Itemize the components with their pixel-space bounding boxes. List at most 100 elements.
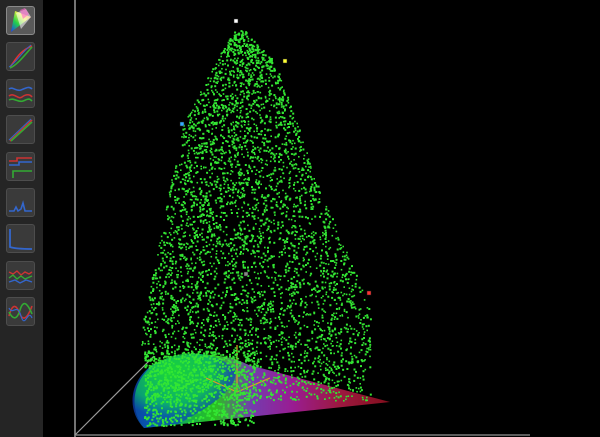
cloud-point (199, 357, 201, 360)
cloud-point (204, 329, 207, 332)
cloud-point (197, 362, 200, 365)
cyan-point-marker[interactable] (179, 121, 185, 127)
cloud-point (171, 179, 173, 181)
cloud-point (318, 355, 321, 358)
cloud-point (219, 184, 222, 187)
cloud-point (198, 111, 200, 114)
cloud-point (267, 228, 270, 230)
cloud-point (335, 395, 338, 398)
cloud-point (254, 188, 257, 191)
cloud-point (340, 347, 342, 350)
cloud-point (157, 395, 160, 397)
cloud-point (213, 93, 215, 96)
cloud-point (217, 64, 220, 67)
cloud-point (191, 121, 194, 123)
cloud-point (349, 340, 351, 343)
cloud-point (220, 146, 223, 149)
cloud-point (166, 345, 169, 348)
cloud-point (214, 74, 217, 76)
cloud-point (359, 377, 362, 379)
cloud-point (220, 354, 222, 356)
cloud-point (180, 243, 183, 246)
tool-gamut-3d-button[interactable] (6, 6, 35, 35)
tool-rgb-noise-button[interactable] (6, 260, 35, 290)
cloud-point (275, 354, 278, 357)
cloud-point (258, 180, 261, 183)
cloud-point (343, 326, 346, 329)
cloud-point (184, 183, 187, 186)
cloud-point (206, 412, 209, 415)
white-point-marker[interactable] (233, 18, 239, 24)
cloud-point (341, 352, 343, 354)
cloud-point (291, 347, 294, 350)
cloud-point (170, 294, 173, 297)
tool-blue-histogram-button[interactable] (6, 188, 35, 217)
cloud-point (147, 340, 150, 342)
cloud-point (281, 221, 284, 224)
cloud-point (336, 248, 339, 251)
tool-rgb-step-button[interactable] (6, 151, 35, 181)
gamut-3d-viewport[interactable] (74, 0, 600, 437)
cloud-point (306, 387, 309, 390)
cloud-point (156, 326, 158, 329)
cloud-point (288, 186, 290, 189)
cloud-point (291, 226, 293, 229)
cloud-point (214, 67, 217, 70)
cloud-point (290, 366, 292, 369)
cloud-point (261, 85, 263, 87)
tool-rgb-curves-flat-button[interactable] (6, 78, 35, 108)
cloud-point (181, 410, 183, 413)
cloud-point (239, 93, 242, 96)
cloud-point (324, 398, 326, 400)
cloud-point (181, 352, 184, 355)
cloud-point (172, 362, 175, 365)
cloud-point (263, 290, 266, 293)
cloud-point (216, 368, 219, 371)
cloud-point (180, 376, 183, 379)
tool-tone-curve-button[interactable] (6, 42, 35, 72)
cloud-point (223, 219, 225, 221)
red-point-marker[interactable] (366, 290, 372, 296)
cloud-point (265, 204, 268, 207)
gamut-3d-canvas[interactable] (74, 0, 600, 437)
cloud-point (280, 381, 283, 384)
cloud-point (263, 149, 266, 152)
tool-rgb-linear-button[interactable] (6, 115, 35, 145)
cloud-point (274, 317, 277, 319)
cloud-point (293, 181, 296, 184)
cloud-point (236, 88, 239, 91)
cloud-point (291, 345, 294, 348)
cloud-point (182, 285, 185, 288)
gray-point-marker[interactable] (243, 271, 249, 277)
cloud-point (236, 45, 239, 47)
cloud-point (236, 62, 239, 64)
cloud-point (160, 412, 162, 415)
cloud-point (247, 120, 250, 123)
cloud-point (259, 390, 262, 393)
cloud-point (314, 232, 317, 235)
cloud-point (272, 308, 274, 310)
cloud-point (189, 267, 192, 270)
cloud-point (157, 420, 160, 423)
cloud-point (236, 255, 239, 258)
cloud-point (263, 301, 266, 304)
cloud-point (280, 101, 283, 104)
cloud-point (200, 191, 203, 193)
tool-blue-curve-button[interactable] (6, 224, 35, 254)
cloud-point (161, 257, 164, 260)
cloud-point (268, 151, 270, 153)
cloud-point (245, 398, 248, 401)
cloud-point (327, 273, 330, 276)
cloud-point (279, 350, 281, 352)
cloud-point (171, 181, 174, 184)
tool-rgb-wave-button[interactable] (6, 297, 35, 327)
cloud-point (210, 211, 213, 214)
cloud-point (316, 284, 319, 287)
cloud-point (201, 349, 203, 351)
cloud-point (287, 342, 290, 345)
cloud-point (262, 322, 265, 325)
cloud-point (312, 231, 315, 233)
cloud-point (274, 214, 276, 216)
yellow-point-marker[interactable] (282, 58, 288, 64)
cloud-point (194, 103, 196, 106)
